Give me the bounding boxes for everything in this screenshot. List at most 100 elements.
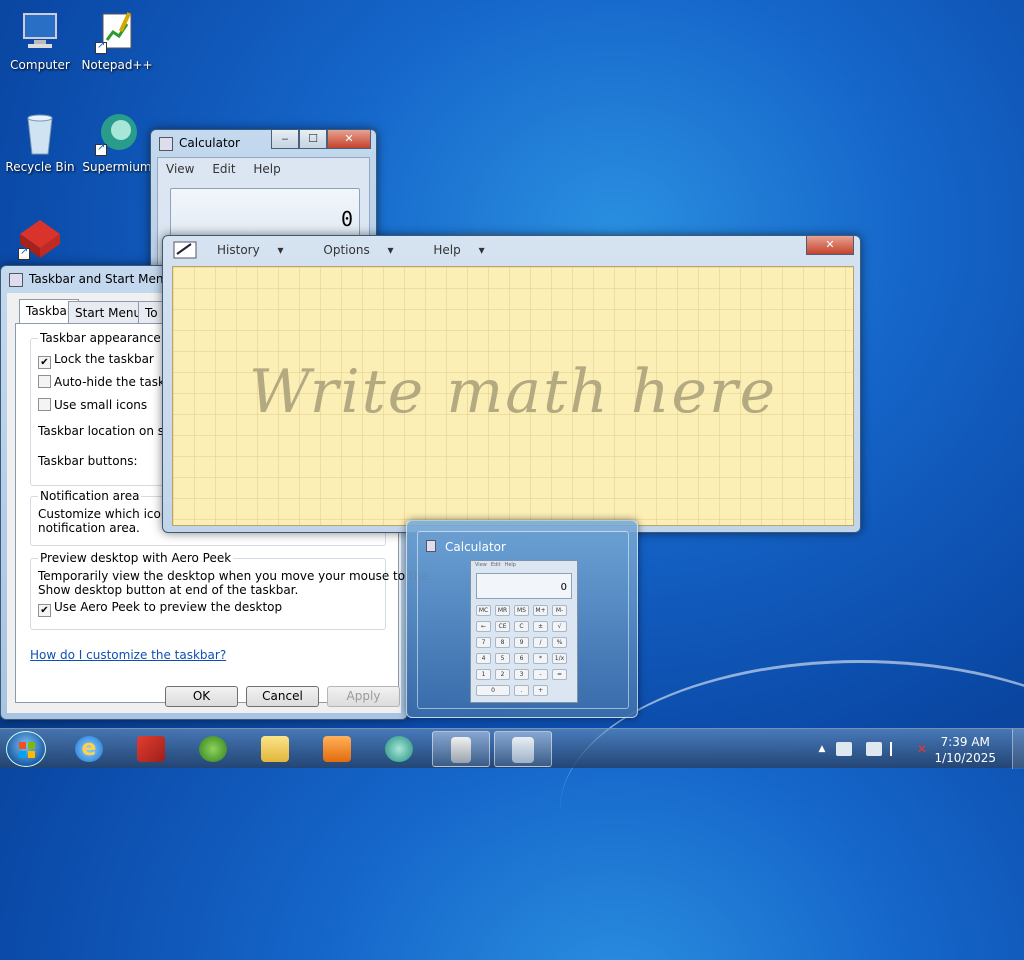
show-desktop-button[interactable] bbox=[1012, 729, 1024, 769]
taskbar-buttons-label: Taskbar buttons: bbox=[38, 454, 138, 468]
mini-key: 0 bbox=[476, 685, 510, 696]
mini-key: 5 bbox=[495, 653, 510, 664]
mini-key: 9 bbox=[514, 637, 529, 648]
mini-key: - bbox=[533, 669, 548, 680]
volume-muted-icon[interactable]: ✕ bbox=[914, 742, 930, 756]
desktop-icon-red-app[interactable] bbox=[0, 216, 80, 264]
red-cube-icon bbox=[16, 216, 64, 260]
internet-explorer-icon: e bbox=[75, 736, 103, 762]
flag-icon[interactable] bbox=[890, 742, 906, 756]
mini-key: 8 bbox=[495, 637, 510, 648]
calculator-thumbnail: View Edit Help 0 MC MR MS M+ M- ← CE C ± √ 7 8 9/% 4 5 6 *… bbox=[470, 560, 578, 703]
computer-icon bbox=[16, 10, 64, 54]
cancel-button[interactable]: Cancel bbox=[246, 686, 319, 707]
menu-options[interactable]: Options ▾ bbox=[323, 243, 407, 257]
desktop-icon-label: Notepad++ bbox=[81, 58, 153, 72]
network-icon[interactable] bbox=[866, 742, 882, 756]
taskbar-calculator[interactable] bbox=[494, 731, 552, 767]
clock[interactable]: 7:39 AM 1/10/2025 bbox=[934, 734, 996, 766]
calculator-icon bbox=[426, 540, 436, 552]
taskbar-supermium[interactable] bbox=[370, 731, 428, 767]
mini-key: 4 bbox=[476, 653, 491, 664]
mini-key: √ bbox=[552, 621, 567, 632]
taskbar-properties-icon bbox=[9, 273, 23, 287]
window-title: Calculator bbox=[179, 136, 240, 150]
calculator-display: 0 bbox=[170, 188, 360, 240]
supermium-icon bbox=[93, 112, 141, 156]
computer-tower-icon bbox=[451, 737, 471, 763]
menu-view[interactable]: View bbox=[166, 162, 194, 176]
mini-key: 7 bbox=[476, 637, 491, 648]
aero-peek-text: Temporarily view the desktop when you mo… bbox=[38, 569, 429, 597]
taskbar-internet-explorer[interactable]: e bbox=[60, 731, 118, 767]
taskbar-location-label: Taskbar location on scre bbox=[38, 424, 183, 438]
media-player-icon bbox=[323, 736, 351, 762]
globe-arrow-icon bbox=[199, 736, 227, 762]
taskbar-media-player[interactable] bbox=[308, 731, 366, 767]
mini-key: % bbox=[552, 637, 567, 648]
group-title: Taskbar appearance bbox=[38, 331, 163, 345]
mini-key: C bbox=[514, 621, 529, 632]
mini-key: 1 bbox=[476, 669, 491, 680]
mini-key: MR bbox=[495, 605, 510, 616]
menu-help[interactable]: Help bbox=[253, 162, 280, 176]
show-hidden-icons-button[interactable]: ▲ bbox=[814, 742, 830, 756]
group-title: Notification area bbox=[38, 489, 142, 503]
thumbnail-title: Calculator bbox=[445, 540, 506, 554]
menu-help[interactable]: Help ▾ bbox=[433, 243, 498, 257]
mini-key: 2 bbox=[495, 669, 510, 680]
aero-peek-checkbox[interactable]: ✔ Use Aero Peek to preview the desktop bbox=[38, 600, 282, 617]
mini-key: * bbox=[533, 653, 548, 664]
ok-button[interactable]: OK bbox=[165, 686, 238, 707]
close-button[interactable]: ✕ bbox=[806, 236, 854, 255]
mini-key: M+ bbox=[533, 605, 548, 616]
taskbar-computer-properties[interactable] bbox=[432, 731, 490, 767]
small-icons-checkbox[interactable]: Use small icons bbox=[38, 398, 147, 412]
math-input-app-icon bbox=[173, 240, 199, 262]
write-math-placeholder: Write math here bbox=[248, 357, 778, 427]
taskbar-red-app[interactable] bbox=[122, 731, 180, 767]
desktop-icon-label: Computer bbox=[10, 58, 70, 72]
mini-key: ± bbox=[533, 621, 548, 632]
mini-key: = bbox=[552, 669, 567, 680]
mini-key: ← bbox=[476, 621, 491, 632]
taskbar-file-explorer[interactable] bbox=[246, 731, 304, 767]
mini-key: / bbox=[533, 637, 548, 648]
lock-taskbar-checkbox[interactable]: ✔ Lock the taskbar bbox=[38, 352, 154, 369]
help-link[interactable]: How do I customize the taskbar? bbox=[30, 648, 226, 662]
maximize-button[interactable]: ☐ bbox=[299, 130, 327, 149]
desktop-icon-supermium[interactable]: Supermium bbox=[77, 112, 157, 174]
calculator-thumbnail-preview[interactable]: Calculator View Edit Help 0 MC MR MS M+ M- ← CE C… bbox=[406, 520, 638, 718]
close-button[interactable]: ✕ bbox=[327, 130, 371, 149]
mini-key: MS bbox=[514, 605, 529, 616]
mini-key: + bbox=[533, 685, 548, 696]
supermium-icon bbox=[385, 736, 413, 762]
writing-area[interactable]: Write math here bbox=[172, 266, 854, 526]
mini-key: 6 bbox=[514, 653, 529, 664]
desktop-icon-recycle-bin[interactable]: Recycle Bin bbox=[0, 112, 80, 174]
minimize-button[interactable]: ‒ bbox=[271, 130, 299, 149]
clock-time: 7:39 AM bbox=[940, 735, 990, 749]
taskbar-download-manager[interactable] bbox=[184, 731, 242, 767]
math-input-panel[interactable]: History ▾ Options ▾ Help ▾ ✕ Write math … bbox=[162, 235, 861, 533]
start-button[interactable] bbox=[6, 731, 46, 767]
tab-start-menu[interactable]: Start Menu bbox=[68, 301, 149, 323]
menu-history[interactable]: History ▾ bbox=[217, 243, 298, 257]
calculator-icon bbox=[512, 737, 534, 763]
autohide-checkbox[interactable]: Auto-hide the taskba bbox=[38, 375, 180, 389]
mini-display: 0 bbox=[476, 573, 572, 599]
desktop-icon-label: Supermium bbox=[82, 160, 152, 174]
action-center-icon[interactable] bbox=[836, 742, 852, 756]
mini-key: CE bbox=[495, 621, 510, 632]
recycle-bin-icon bbox=[16, 112, 64, 156]
menu-edit[interactable]: Edit bbox=[212, 162, 235, 176]
window-title: Taskbar and Start Menu bbox=[29, 272, 172, 286]
mini-key: MC bbox=[476, 605, 491, 616]
apply-button[interactable]: Apply bbox=[327, 686, 400, 707]
notepad-plus-plus-icon bbox=[93, 10, 141, 54]
mini-key: 3 bbox=[514, 669, 529, 680]
red-cube-icon bbox=[137, 736, 165, 762]
desktop-icon-computer[interactable]: Computer bbox=[0, 10, 80, 72]
clock-date: 1/10/2025 bbox=[934, 751, 996, 765]
desktop-icon-notepad[interactable]: Notepad++ bbox=[77, 10, 157, 72]
